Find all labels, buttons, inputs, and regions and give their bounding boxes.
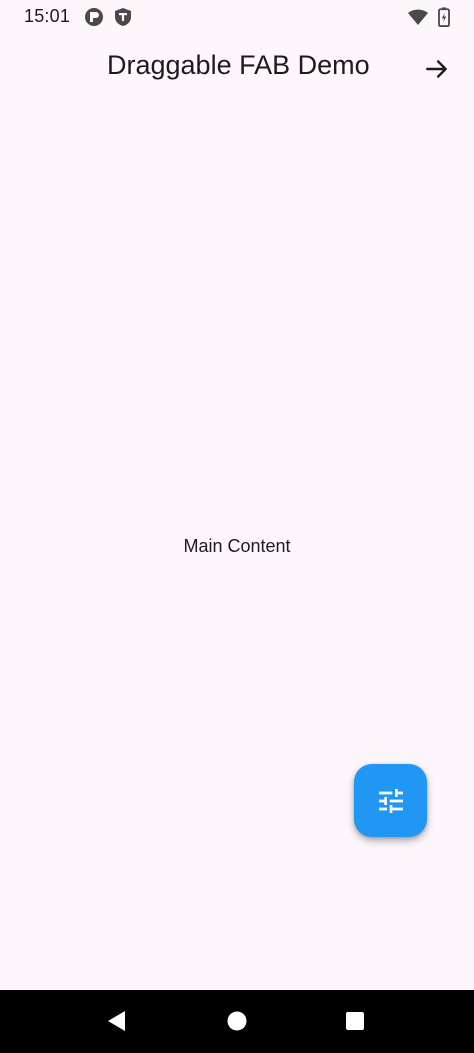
status-time: 15:01: [24, 6, 71, 26]
battery-icon: [437, 7, 451, 27]
nav-recents-button[interactable]: [342, 1008, 368, 1034]
navigation-bar: [0, 990, 474, 1053]
app-title: Draggable FAB Demo: [107, 50, 370, 80]
wifi-icon: [407, 7, 429, 27]
nav-back-button[interactable]: [104, 1008, 130, 1034]
forward-button[interactable]: [416, 48, 458, 90]
home-icon: [227, 1011, 247, 1031]
tune-icon: [378, 788, 403, 813]
draggable-fab[interactable]: [354, 764, 427, 837]
main-content: Main Content: [0, 100, 474, 990]
recents-icon: [346, 1012, 364, 1030]
status-bar: 15:01: [0, 0, 474, 34]
main-content-label: Main Content: [183, 536, 291, 556]
shield-notification-icon: [113, 7, 133, 27]
screen: 15:01 Draggable FAB Demo Main Content: [0, 0, 474, 1053]
app-bar: Draggable FAB Demo: [0, 34, 474, 100]
nav-home-button[interactable]: [224, 1008, 250, 1034]
arrow-forward-icon: [426, 60, 447, 78]
app-notification-icon: [84, 7, 104, 27]
back-icon: [108, 1011, 125, 1031]
